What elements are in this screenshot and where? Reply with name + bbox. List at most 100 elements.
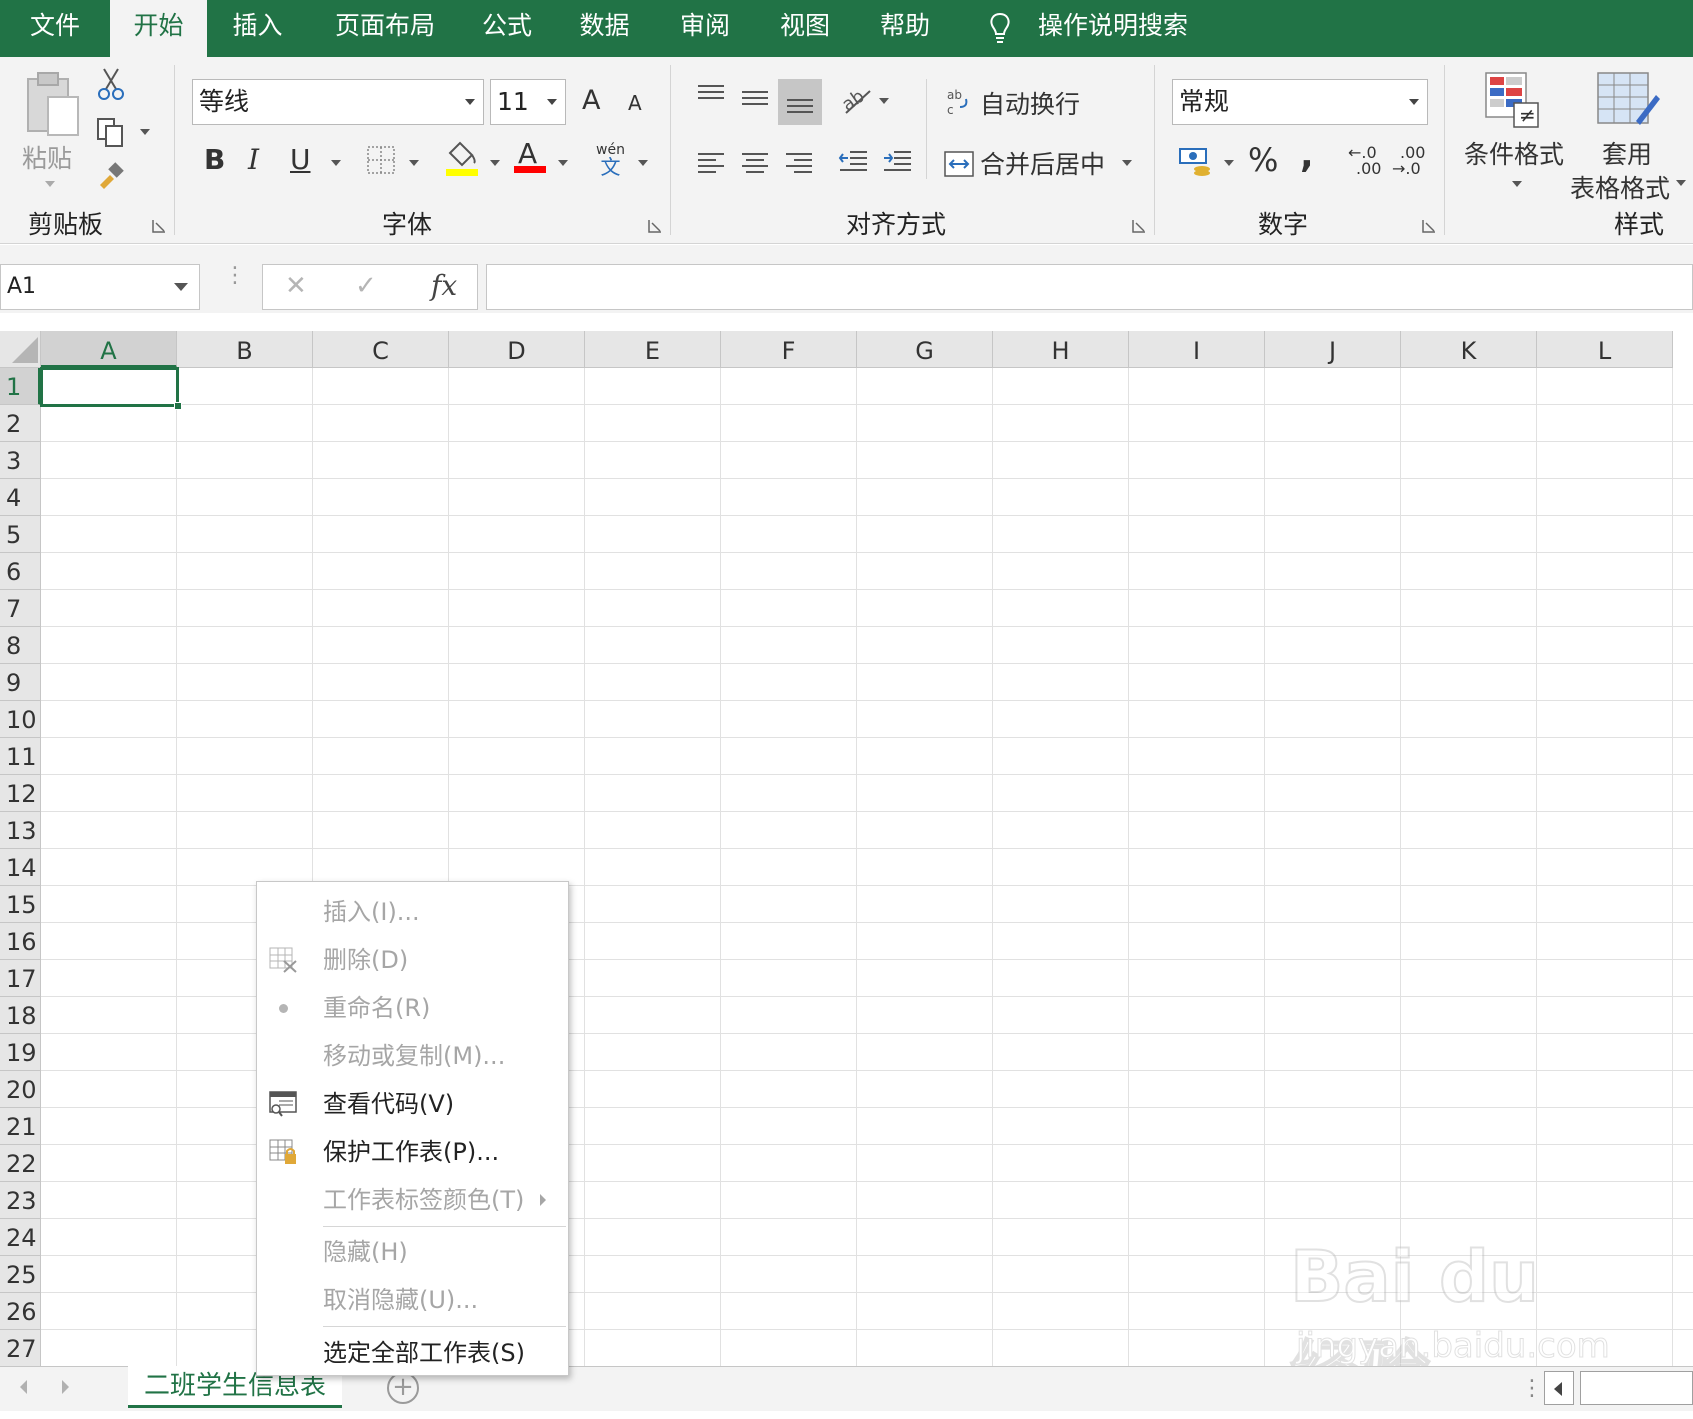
column-header-L[interactable]: L [1537, 331, 1673, 368]
tab-file[interactable]: 文件 [0, 0, 110, 57]
row-header-1[interactable]: 1 [0, 368, 41, 405]
column-header-J[interactable]: J [1265, 331, 1401, 368]
row-header-16[interactable]: 16 [0, 923, 41, 960]
prev-sheet-icon[interactable] [20, 1380, 27, 1394]
row-header-23[interactable]: 23 [0, 1182, 41, 1219]
menu-move-copy[interactable]: 移动或复制(M)... [257, 1033, 568, 1079]
copy-dropdown-icon[interactable] [140, 129, 150, 135]
conditional-dropdown-icon[interactable] [1512, 181, 1522, 187]
merge-center-button[interactable]: 合并后居中 [980, 145, 1105, 181]
accounting-dropdown-icon[interactable] [1224, 160, 1234, 166]
orientation-icon[interactable]: ab [840, 85, 874, 115]
row-header-14[interactable]: 14 [0, 849, 41, 886]
format-painter-icon[interactable] [96, 161, 126, 191]
row-header-19[interactable]: 19 [0, 1034, 41, 1071]
row-header-5[interactable]: 5 [0, 516, 41, 553]
row-header-18[interactable]: 18 [0, 997, 41, 1034]
underline-button[interactable]: U [290, 143, 311, 176]
add-sheet-button[interactable]: + [387, 1372, 419, 1404]
decrease-decimal-button[interactable]: .00 →.0 [1392, 145, 1425, 177]
menu-hide[interactable]: 隐藏(H) [257, 1229, 568, 1275]
increase-decimal-button[interactable]: ←.0 .00 [1348, 145, 1381, 177]
phonetic-dropdown-icon[interactable] [638, 160, 648, 166]
borders-dropdown-icon[interactable] [409, 160, 419, 166]
fill-color-icon[interactable] [444, 137, 480, 177]
scroll-left-button[interactable] [1544, 1371, 1574, 1405]
row-header-8[interactable]: 8 [0, 627, 41, 664]
phonetic-button[interactable]: wén 文 [596, 143, 625, 177]
font-size-select[interactable]: 11 [490, 79, 566, 125]
menu-tab-color[interactable]: 工作表标签颜色(T) [257, 1177, 568, 1223]
column-header-A[interactable]: A [41, 331, 177, 368]
percent-button[interactable]: % [1248, 141, 1278, 179]
tab-data[interactable]: 数据 [562, 0, 647, 57]
paste-dropdown-icon[interactable] [45, 181, 55, 187]
alignment-launcher-icon[interactable] [1132, 219, 1146, 233]
accounting-format-icon[interactable] [1178, 145, 1214, 177]
column-header-K[interactable]: K [1401, 331, 1537, 368]
menu-delete[interactable]: 删除(D) [257, 937, 568, 983]
bold-button[interactable]: B [204, 143, 225, 176]
column-header-G[interactable]: G [857, 331, 993, 368]
column-header-E[interactable]: E [585, 331, 721, 368]
scroll-split-grip-icon[interactable]: ⋮ [1521, 1376, 1543, 1401]
row-header-6[interactable]: 6 [0, 553, 41, 590]
row-header-11[interactable]: 11 [0, 738, 41, 775]
format-as-table-line1[interactable]: 套用 [1602, 135, 1652, 171]
underline-dropdown-icon[interactable] [331, 160, 341, 166]
active-cell-A1[interactable] [40, 367, 179, 407]
align-center-icon[interactable] [742, 153, 768, 175]
row-header-7[interactable]: 7 [0, 590, 41, 627]
row-header-10[interactable]: 10 [0, 701, 41, 738]
shrink-font-button[interactable]: A [628, 91, 642, 115]
name-box-dropdown-icon[interactable] [174, 283, 188, 291]
cancel-icon[interactable]: ✕ [285, 271, 307, 301]
column-header-B[interactable]: B [177, 331, 313, 368]
row-header-20[interactable]: 20 [0, 1071, 41, 1108]
row-header-13[interactable]: 13 [0, 812, 41, 849]
row-header-27[interactable]: 27 [0, 1330, 41, 1367]
tab-insert[interactable]: 插入 [210, 0, 305, 57]
name-box[interactable]: A1 [0, 264, 200, 310]
conditional-formatting-icon[interactable]: ≠ [1484, 71, 1544, 131]
comma-button[interactable]: , [1300, 135, 1314, 176]
italic-button[interactable]: I [248, 143, 259, 176]
tell-me-search[interactable]: 操作说明搜索 [1038, 0, 1188, 57]
row-header-21[interactable]: 21 [0, 1108, 41, 1145]
column-header-I[interactable]: I [1129, 331, 1265, 368]
row-header-26[interactable]: 26 [0, 1293, 41, 1330]
clipboard-launcher-icon[interactable] [152, 219, 166, 233]
row-header-2[interactable]: 2 [0, 405, 41, 442]
fill-handle[interactable] [174, 402, 182, 410]
tab-home[interactable]: 开始 [110, 0, 207, 57]
paste-icon[interactable] [22, 69, 82, 141]
row-header-15[interactable]: 15 [0, 886, 41, 923]
row-header-9[interactable]: 9 [0, 664, 41, 701]
formula-bar-grip-icon[interactable]: ⋮ [224, 265, 246, 287]
row-header-22[interactable]: 22 [0, 1145, 41, 1182]
align-left-icon[interactable] [698, 153, 724, 175]
font-color-button[interactable]: A [514, 137, 546, 173]
align-bottom-button[interactable] [778, 79, 822, 125]
conditional-formatting-button[interactable]: 条件格式 [1464, 135, 1564, 171]
column-header-C[interactable]: C [313, 331, 449, 368]
fill-color-dropdown-icon[interactable] [490, 160, 500, 166]
menu-rename[interactable]: 重命名(R) [257, 985, 568, 1031]
row-header-25[interactable]: 25 [0, 1256, 41, 1293]
merge-center-icon[interactable] [944, 151, 974, 177]
format-table-dropdown-icon[interactable] [1676, 180, 1686, 186]
format-as-table-button[interactable]: 表格格式 [1570, 169, 1670, 205]
number-format-select[interactable]: 常规 [1172, 79, 1428, 125]
column-header-H[interactable]: H [993, 331, 1129, 368]
align-top-icon[interactable] [698, 85, 724, 107]
select-all-button[interactable] [0, 331, 41, 368]
increase-indent-icon[interactable] [882, 149, 912, 175]
orientation-dropdown-icon[interactable] [879, 98, 889, 104]
menu-insert[interactable]: 插入(I)... [257, 889, 568, 935]
wrap-text-button[interactable]: 自动换行 [980, 85, 1080, 121]
font-name-select[interactable]: 等线 [192, 79, 484, 125]
row-header-17[interactable]: 17 [0, 960, 41, 997]
tab-page-layout[interactable]: 页面布局 [320, 0, 450, 57]
tab-help[interactable]: 帮助 [861, 0, 949, 57]
align-right-icon[interactable] [786, 153, 812, 175]
